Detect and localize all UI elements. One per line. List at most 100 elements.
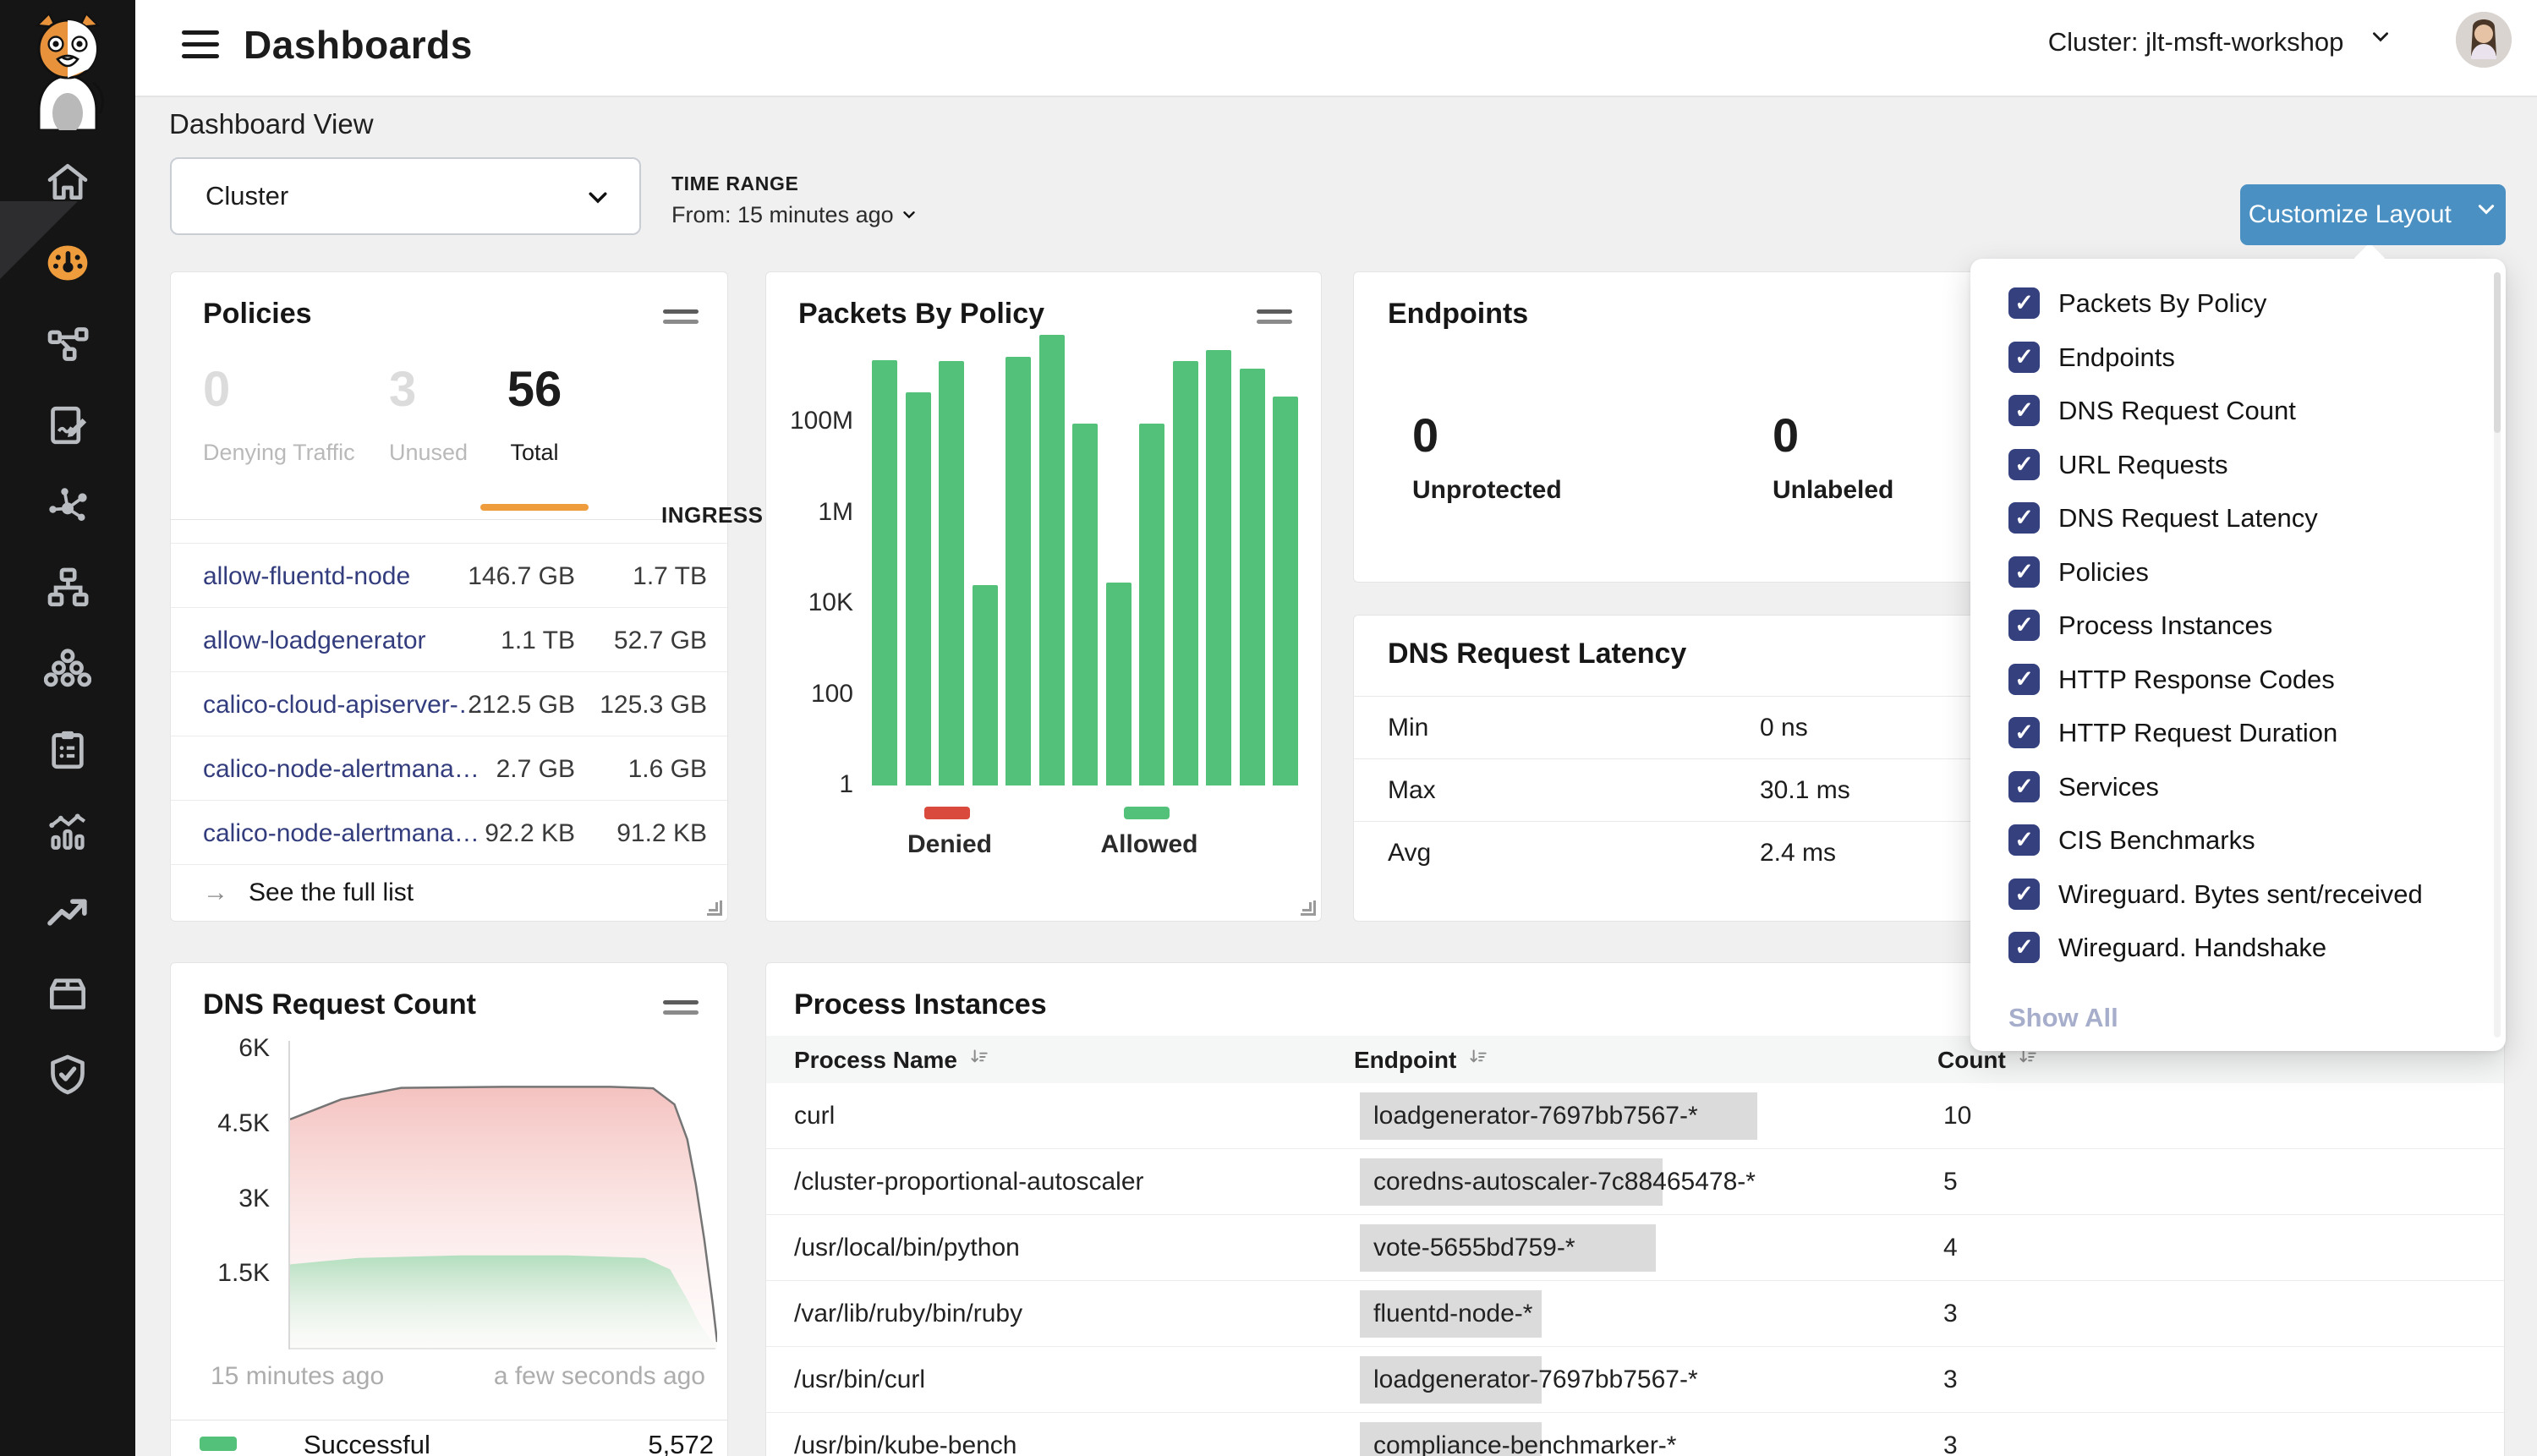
checkbox-checked-icon[interactable]: ✓ xyxy=(2008,395,2040,426)
latency-value: 30.1 ms xyxy=(1760,776,1850,805)
count-value: 3 xyxy=(1943,1300,1958,1328)
dropdown-item[interactable]: ✓HTTP Response Codes xyxy=(1970,654,2506,708)
dropdown-item[interactable]: ✓DNS Request Latency xyxy=(1970,492,2506,546)
dropdown-item-label: CIS Benchmarks xyxy=(2058,825,2255,856)
home-icon[interactable] xyxy=(44,158,91,205)
dropdown-item[interactable]: ✓Wireguard. Handshake xyxy=(1970,922,2506,976)
drag-handle-icon[interactable] xyxy=(663,1000,699,1021)
checkbox-checked-icon[interactable]: ✓ xyxy=(2008,879,2040,910)
column-header-ingress[interactable]: INGRESS xyxy=(661,502,764,528)
dropdown-item[interactable]: ✓URL Requests xyxy=(1970,439,2506,493)
process-row[interactable]: /var/lib/ruby/bin/rubyfluentd-node-*3 xyxy=(766,1281,2504,1347)
policy-name-link[interactable]: calico-cloud-apiserver-… xyxy=(203,691,484,720)
see-full-list-link[interactable]: → See the full list xyxy=(171,864,727,923)
resize-handle[interactable] xyxy=(707,900,722,916)
calico-cat-logo[interactable] xyxy=(15,12,120,130)
checkbox-checked-icon[interactable]: ✓ xyxy=(2008,932,2040,963)
allowed-bar[interactable] xyxy=(1206,350,1231,785)
drag-handle-icon[interactable] xyxy=(1257,309,1292,330)
sitemap-icon[interactable] xyxy=(44,564,91,611)
service-graph-icon[interactable] xyxy=(44,320,91,368)
endpoint-value: loadgenerator-7697bb7567-* xyxy=(1373,1102,1698,1130)
allowed-bar[interactable] xyxy=(1173,361,1198,785)
policies-stat[interactable]: 56Total xyxy=(480,361,589,466)
cluster-nodes-icon[interactable] xyxy=(44,645,91,692)
dropdown-item[interactable]: ✓Packets By Policy xyxy=(1970,277,2506,331)
count-value: 3 xyxy=(1943,1431,1958,1456)
process-row[interactable]: /cluster-proportional-autoscalercoredns-… xyxy=(766,1149,2504,1215)
dropdown-item[interactable]: ✓ Process Instances xyxy=(1970,599,2506,654)
checkbox-checked-icon[interactable]: ✓ xyxy=(2008,771,2040,802)
allowed-bar[interactable] xyxy=(872,360,897,785)
process-row[interactable]: /usr/bin/kube-benchcompliance-benchmarke… xyxy=(766,1413,2504,1456)
dropdown-item[interactable]: ✓ CIS Benchmarks xyxy=(1970,814,2506,868)
legend-swatch-denied[interactable] xyxy=(924,807,970,819)
checkbox-checked-icon[interactable]: ✓ xyxy=(2008,717,2040,748)
topbar: Dashboards Cluster: jlt-msft-workshop xyxy=(135,0,2537,97)
allowed-bar[interactable] xyxy=(1039,335,1065,785)
dropdown-item[interactable]: ✓Endpoints xyxy=(1970,331,2506,386)
policy-name-link[interactable]: allow-loadgenerator xyxy=(203,627,426,655)
checkbox-checked-icon[interactable]: ✓ xyxy=(2008,824,2040,856)
checkbox-checked-icon[interactable]: ✓ xyxy=(2008,610,2040,641)
column-header-endpoint[interactable]: Endpoint xyxy=(1354,1046,1488,1074)
policies-stat[interactable]: 3Unused xyxy=(389,361,468,466)
bar-chart-icon[interactable] xyxy=(44,807,91,855)
resize-handle[interactable] xyxy=(1301,900,1316,916)
ingress-value: 2.7 GB xyxy=(496,755,575,784)
checkbox-checked-icon[interactable]: ✓ xyxy=(2008,502,2040,534)
allowed-bar[interactable] xyxy=(1072,424,1098,785)
y-axis-tick: 4.5K xyxy=(189,1109,270,1138)
trend-up-icon[interactable] xyxy=(44,889,91,936)
dropdown-item[interactable]: ✓DNS Request Count xyxy=(1970,385,2506,439)
shield-check-icon[interactable] xyxy=(44,1051,91,1098)
column-header-process-name[interactable]: Process Name xyxy=(794,1046,989,1074)
checkbox-checked-icon[interactable]: ✓ xyxy=(2008,287,2040,319)
dropdown-item-label: Process Instances xyxy=(2058,610,2272,641)
checkbox-checked-icon[interactable]: ✓ xyxy=(2008,664,2040,695)
dashboard-gauge-icon[interactable] xyxy=(44,239,91,287)
process-row[interactable]: /usr/local/bin/pythonvote-5655bd759-*4 xyxy=(766,1215,2504,1281)
checkbox-checked-icon[interactable]: ✓ xyxy=(2008,556,2040,588)
cluster-selector[interactable]: Cluster: jlt-msft-workshop xyxy=(2048,27,2392,57)
dashboard-view-select[interactable]: Cluster xyxy=(170,157,641,235)
ingress-value: 1.1 TB xyxy=(501,627,575,655)
legend-swatch-allowed[interactable] xyxy=(1124,807,1170,819)
y-axis-tick: 10K xyxy=(773,588,853,617)
arrow-right-icon: → xyxy=(203,879,228,907)
dropdown-item[interactable]: ✓Policies xyxy=(1970,546,2506,600)
allowed-bar[interactable] xyxy=(1106,583,1132,785)
process-row[interactable]: curlloadgenerator-7697bb7567-*10 xyxy=(766,1083,2504,1149)
network-graph-icon[interactable] xyxy=(44,483,91,530)
process-row[interactable]: /usr/bin/curlloadgenerator-7697bb7567-*3 xyxy=(766,1347,2504,1413)
allowed-bar[interactable] xyxy=(906,392,931,785)
checkbox-checked-icon[interactable]: ✓ xyxy=(2008,342,2040,373)
allowed-bar[interactable] xyxy=(973,585,998,785)
allowed-bar[interactable] xyxy=(1240,369,1265,785)
drag-handle-icon[interactable] xyxy=(663,309,699,330)
egress-value: 1.7 TB xyxy=(633,562,707,591)
allowed-bar[interactable] xyxy=(1273,397,1298,785)
card-title: Policies xyxy=(203,298,312,331)
policy-name-link[interactable]: calico-node-alertmana… xyxy=(203,819,479,848)
allowed-bar[interactable] xyxy=(1005,357,1031,785)
package-icon[interactable] xyxy=(44,970,91,1017)
policy-edit-icon[interactable] xyxy=(44,402,91,449)
policy-name-link[interactable]: calico-node-alertmana… xyxy=(203,755,479,784)
hamburger-menu-icon[interactable] xyxy=(182,30,219,64)
customize-layout-button[interactable]: Customize Layout xyxy=(2240,184,2506,245)
scrollbar-thumb[interactable] xyxy=(2494,272,2501,433)
dropdown-item[interactable]: ✓Services xyxy=(1970,761,2506,815)
policy-row: calico-node-alertmana…92.2 KB91.2 KB xyxy=(171,800,727,864)
allowed-bar[interactable] xyxy=(939,361,964,785)
time-range-value[interactable]: From: 15 minutes ago xyxy=(671,202,918,228)
policy-name-link[interactable]: allow-fluentd-node xyxy=(203,562,410,591)
user-avatar[interactable] xyxy=(2456,12,2512,68)
clipboard-report-icon[interactable] xyxy=(44,726,91,774)
dropdown-item[interactable]: ✓Wireguard. Bytes sent/received xyxy=(1970,868,2506,922)
show-all-link[interactable]: Show All xyxy=(2008,1003,2118,1033)
dropdown-item[interactable]: ✓HTTP Request Duration xyxy=(1970,707,2506,761)
checkbox-checked-icon[interactable]: ✓ xyxy=(2008,449,2040,480)
allowed-bar[interactable] xyxy=(1139,424,1164,785)
policies-stat[interactable]: 0Denying Traffic xyxy=(203,361,355,466)
